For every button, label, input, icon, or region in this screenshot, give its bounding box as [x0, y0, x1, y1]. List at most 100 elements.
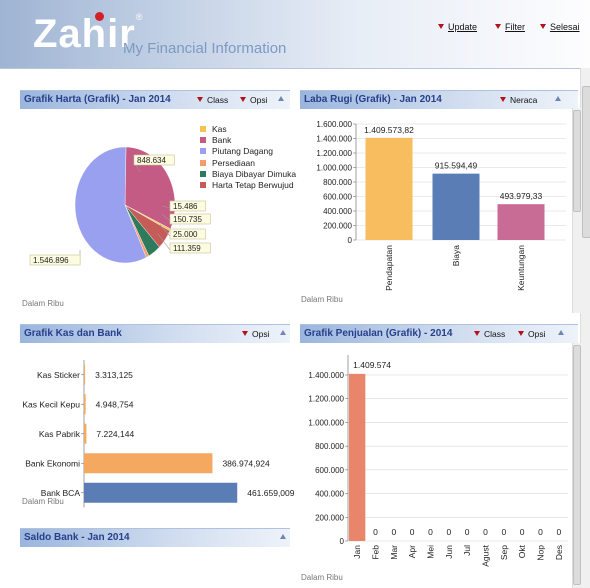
saldo-panel-header: Saldo Bank - Jan 2014: [20, 528, 290, 547]
harta-class-menu[interactable]: Class: [197, 95, 228, 105]
penjualan-scrollbar[interactable]: [572, 343, 581, 588]
y-tick-label: 1.200.000: [308, 395, 344, 404]
legend-label: Harta Tetap Berwujud: [212, 180, 294, 191]
harta-collapse-icon[interactable]: [278, 96, 284, 101]
labarugi-bar-chart: 0 200.000 400.000 600.000 800.000 1.000.000 1.…: [316, 120, 566, 291]
x-tick-label: Jul: [462, 545, 472, 556]
kasbank-opsi-menu[interactable]: Opsi: [242, 329, 269, 339]
y-tick-label: 600.000: [323, 193, 352, 202]
bar-value-label: 461.659,009: [247, 488, 295, 498]
legend-swatch: [200, 170, 206, 177]
penjualan-collapse-icon[interactable]: [558, 330, 564, 335]
bar-value-label: 0: [428, 527, 433, 537]
legend-swatch: [200, 148, 206, 155]
y-tick-label: 200.000: [323, 222, 352, 231]
y-tick-label: 1.000.000: [308, 418, 344, 427]
menu-triangle-icon: [540, 24, 546, 29]
x-tick-label: Mar: [389, 545, 399, 560]
penjualan-panel-title: Grafik Penjualan (Grafik) - 2014: [304, 328, 453, 339]
app-header: Zahir® My Financial Information Update F…: [0, 0, 590, 69]
penjualan-bar-chart: 0 200.000 400.000 600.000 800.000 1.000.000 1.…: [308, 355, 568, 567]
legend-swatch: [200, 137, 206, 144]
y-category-label: Kas Kecil Kepu: [22, 399, 80, 409]
legend-label: Kas: [212, 124, 227, 134]
pie-data-label: 150.735: [173, 215, 202, 224]
penjualan-class-menu[interactable]: Class: [474, 329, 505, 339]
bar-value-label: 4.948,754: [96, 399, 134, 409]
y-tick-label: 400.000: [323, 207, 352, 216]
menu-triangle-icon: [242, 331, 248, 336]
legend-item-persediaan: Persediaan: [200, 158, 296, 169]
labarugi-unit-note: Dalam Ribu: [301, 295, 343, 304]
bar-value-label: 1.409.573,82: [364, 125, 414, 135]
update-menu[interactable]: Update: [438, 22, 477, 32]
bar-value-label: 0: [410, 527, 415, 537]
y-tick-label: 1.600.000: [316, 120, 352, 129]
bar-kas-kecil-kepu: [84, 394, 86, 415]
page-scrollbar[interactable]: [580, 68, 590, 588]
y-tick-label: 800.000: [315, 442, 344, 451]
y-tick-label: 800.000: [323, 178, 352, 187]
bar-value-label: 915.594,49: [435, 161, 478, 171]
y-tick-label: 0: [348, 236, 353, 245]
y-tick-label: 0: [340, 537, 345, 546]
labarugi-neraca-menu[interactable]: Neraca: [500, 95, 537, 105]
harta-opsi-menu[interactable]: Opsi: [240, 95, 267, 105]
x-tick-label: Nop: [536, 545, 546, 561]
penjualan-scrollbar-thumb[interactable]: [573, 345, 581, 585]
page-scrollbar-thumb[interactable]: [582, 86, 590, 238]
y-tick-label: 400.000: [315, 490, 344, 499]
selesai-menu[interactable]: Selesai: [540, 22, 580, 32]
x-tick-label: Biaya: [451, 245, 461, 267]
app-tagline: My Financial Information: [123, 40, 287, 57]
saldo-panel-title: Saldo Bank - Jan 2014: [24, 532, 130, 543]
bar-value-label: 0: [556, 527, 561, 537]
legend-item-piutang-dagang: Piutang Dagang: [200, 146, 296, 157]
legend-item-biaya-dibayar-dimuka: Biaya Dibayar Dimuka: [200, 169, 296, 180]
x-tick-label: Apr: [407, 545, 417, 558]
y-tick-label: 1.000.000: [316, 164, 352, 173]
legend-label: Persediaan: [212, 157, 256, 168]
harta-unit-note: Dalam Ribu: [22, 299, 64, 308]
legend-label: Bank: [212, 135, 232, 146]
bar-value-label: 1.409.574: [353, 360, 391, 370]
kasbank-collapse-icon[interactable]: [280, 330, 286, 335]
menu-triangle-icon: [518, 331, 524, 336]
x-tick-label: Keuntungan: [516, 245, 526, 291]
pie-data-label: 848.634: [137, 156, 166, 165]
legend-label: Piutang Dagang: [212, 146, 273, 157]
legend-label: Biaya Dibayar Dimuka: [212, 168, 297, 179]
y-tick-label: 600.000: [315, 466, 344, 475]
bar-value-label: 386.974,924: [222, 458, 270, 468]
menu-triangle-icon: [438, 24, 444, 29]
labarugi-scrollbar-thumb[interactable]: [573, 110, 581, 212]
labarugi-collapse-icon[interactable]: [555, 96, 561, 101]
harta-legend: Kas Bank Piutang Dagang Persediaan Biaya Dib…: [200, 124, 296, 191]
labarugi-panel-header: Laba Rugi (Grafik) - Jan 2014 Neraca: [300, 90, 578, 109]
bar-value-label: 0: [446, 527, 451, 537]
legend-item-bank: Bank: [200, 135, 296, 146]
x-tick-label: Agust: [481, 544, 491, 566]
filter-menu[interactable]: Filter: [495, 22, 525, 32]
x-tick-label: Jan: [352, 545, 362, 559]
kasbank-panel-header: Grafik Kas dan Bank Opsi: [20, 324, 290, 343]
saldo-collapse-icon[interactable]: [280, 534, 286, 539]
bar-value-label: 493.979,33: [500, 191, 543, 201]
penjualan-opsi-menu[interactable]: Opsi: [518, 329, 545, 339]
bar-value-label: 0: [520, 527, 525, 537]
x-tick-label: Sep: [499, 545, 509, 560]
y-tick-label: 1.200.000: [316, 149, 352, 158]
y-tick-label: 1.400.000: [316, 135, 352, 144]
x-tick-label: Mei: [426, 545, 436, 559]
labarugi-scrollbar[interactable]: [572, 108, 581, 313]
kasbank-panel-title: Grafik Kas dan Bank: [24, 328, 122, 339]
menu-triangle-icon: [500, 97, 506, 102]
bar-value-label: 3.313,125: [95, 370, 133, 380]
x-tick-label: Okt: [517, 544, 527, 558]
pie-data-label: 25.000: [173, 230, 198, 239]
penjualan-panel-header: Grafik Penjualan (Grafik) - 2014 Class O…: [300, 324, 578, 343]
y-category-label: Bank Ekonomi: [25, 458, 80, 468]
menu-triangle-icon: [197, 97, 203, 102]
legend-swatch: [200, 182, 206, 189]
y-tick-label: 1.400.000: [308, 371, 344, 380]
